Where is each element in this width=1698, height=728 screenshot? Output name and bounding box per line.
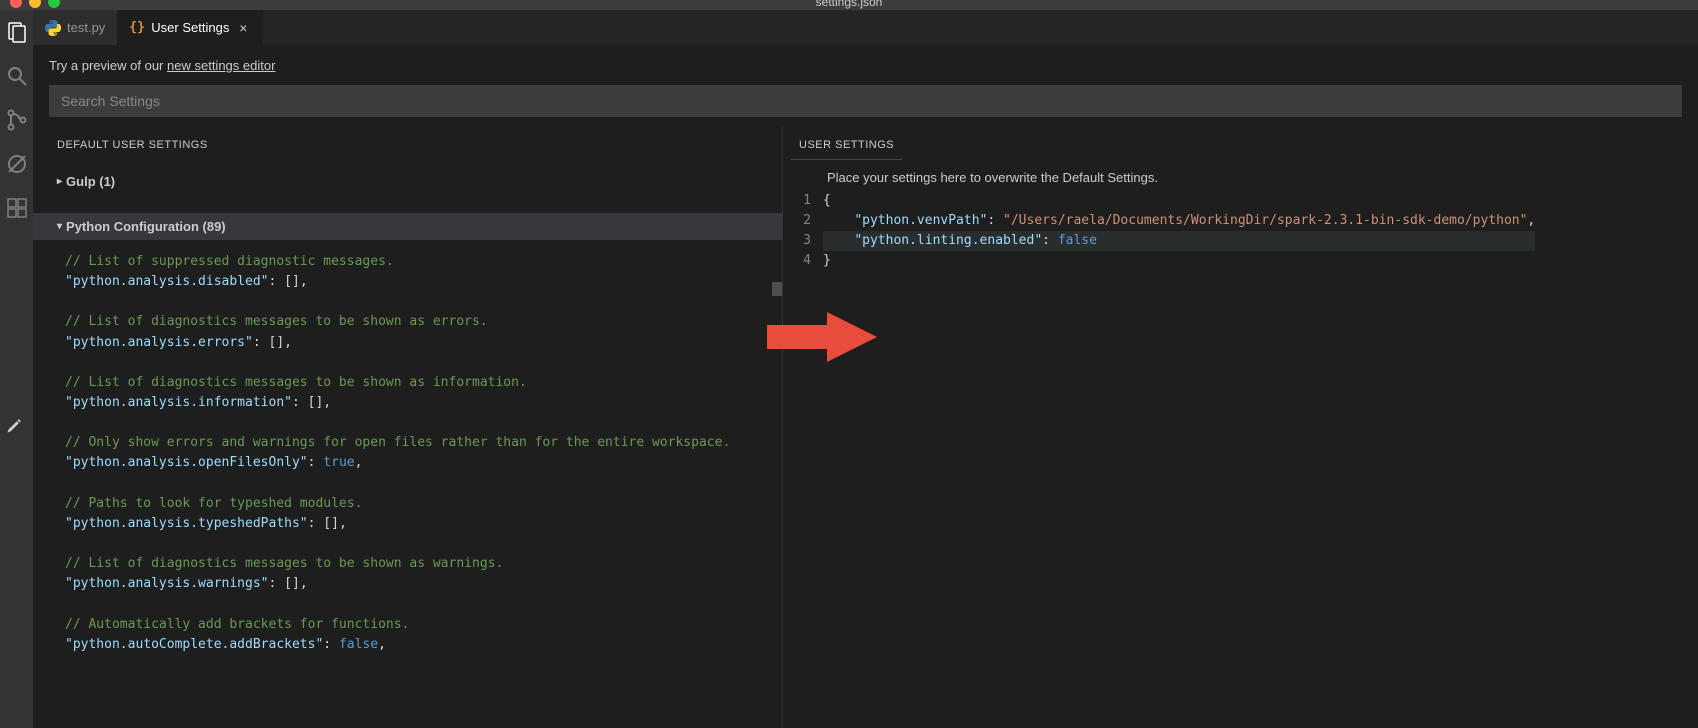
code-comment: // List of diagnostics messages to be sh… <box>65 556 503 571</box>
default-settings-header: DEFAULT USER SETTINGS <box>33 127 782 160</box>
json-file-icon: {} <box>129 20 145 36</box>
main-area: test.py {} User Settings × Try a preview… <box>0 10 1698 728</box>
code-key: "python.analysis.errors" <box>65 335 253 350</box>
search-icon[interactable] <box>5 64 29 88</box>
editor-lines: { "python.venvPath": "/Users/raela/Docum… <box>823 191 1535 271</box>
code-key: "python.analysis.warnings" <box>65 576 269 591</box>
extensions-icon[interactable] <box>5 196 29 220</box>
code-line: } <box>823 251 1535 271</box>
section-label: Gulp (1) <box>66 174 115 189</box>
code-line: "python.venvPath": "/Users/raela/Documen… <box>823 211 1535 231</box>
search-input[interactable] <box>49 85 1682 117</box>
source-control-icon[interactable] <box>5 108 29 132</box>
tab-label: User Settings <box>151 20 229 35</box>
preview-link[interactable]: new settings editor <box>167 58 275 73</box>
activity-bar <box>0 10 33 728</box>
default-settings-code: // List of suppressed diagnostic message… <box>33 240 782 667</box>
minimize-window-button[interactable] <box>29 0 41 8</box>
tab-test-py[interactable]: test.py <box>33 10 117 45</box>
tab-user-settings[interactable]: {} User Settings × <box>117 10 263 45</box>
close-icon[interactable]: × <box>235 20 251 36</box>
preview-banner: Try a preview of our new settings editor <box>33 46 1698 85</box>
code-comment: // Automatically add brackets for functi… <box>65 617 409 632</box>
explorer-icon[interactable] <box>5 20 29 44</box>
maximize-window-button[interactable] <box>48 0 60 8</box>
line-number-gutter: 1 2 3 4 <box>783 191 823 271</box>
search-container <box>33 85 1698 127</box>
code-key: "python.analysis.openFilesOnly" <box>65 455 308 470</box>
preview-text: Try a preview of our <box>49 58 167 73</box>
close-window-button[interactable] <box>10 0 22 8</box>
scrollbar-thumb[interactable] <box>772 282 782 296</box>
code-key: "python.analysis.information" <box>65 395 292 410</box>
line-number: 4 <box>783 251 811 271</box>
section-python-configuration[interactable]: Python Configuration (89) <box>33 213 782 240</box>
line-number: 2 <box>783 211 811 231</box>
user-settings-hint: Place your settings here to overwrite th… <box>783 160 1698 189</box>
code-line: "python.linting.enabled": false <box>823 231 1535 251</box>
tab-label: test.py <box>67 20 105 35</box>
tab-bar: test.py {} User Settings × <box>33 10 1698 46</box>
code-comment: // List of diagnostics messages to be sh… <box>65 314 488 329</box>
line-number: 1 <box>783 191 811 211</box>
code-key: "python.analysis.typeshedPaths" <box>65 516 308 531</box>
code-comment: // List of diagnostics messages to be sh… <box>65 375 527 390</box>
code-key: "python.analysis.disabled" <box>65 274 269 289</box>
user-settings-header[interactable]: USER SETTINGS <box>791 127 902 160</box>
line-number: 3 <box>783 231 811 251</box>
debug-icon[interactable] <box>5 152 29 176</box>
code-comment: // Paths to look for typeshed modules. <box>65 496 362 511</box>
code-line: { <box>823 191 1535 211</box>
traffic-lights <box>10 0 60 8</box>
default-settings-pane: DEFAULT USER SETTINGS Gulp (1) Python Co… <box>33 127 783 728</box>
pencil-icon[interactable] <box>6 418 22 439</box>
user-settings-editor[interactable]: 1 2 3 4 { "python.venvPath": "/Users/rae… <box>783 189 1698 271</box>
content-area: test.py {} User Settings × Try a preview… <box>33 10 1698 728</box>
settings-split: DEFAULT USER SETTINGS Gulp (1) Python Co… <box>33 127 1698 728</box>
code-comment: // List of suppressed diagnostic message… <box>65 254 394 269</box>
section-label: Python Configuration (89) <box>66 219 226 234</box>
titlebar: settings.json <box>0 0 1698 10</box>
default-settings-body[interactable]: Gulp (1) Python Configuration (89) // Li… <box>33 160 782 728</box>
section-gulp[interactable]: Gulp (1) <box>33 168 782 195</box>
code-comment: // Only show errors and warnings for ope… <box>65 435 730 450</box>
code-key: "python.autoComplete.addBrackets" <box>65 637 323 652</box>
python-file-icon <box>45 20 61 36</box>
window-title: settings.json <box>816 0 883 9</box>
user-settings-pane: USER SETTINGS Place your settings here t… <box>783 127 1698 728</box>
